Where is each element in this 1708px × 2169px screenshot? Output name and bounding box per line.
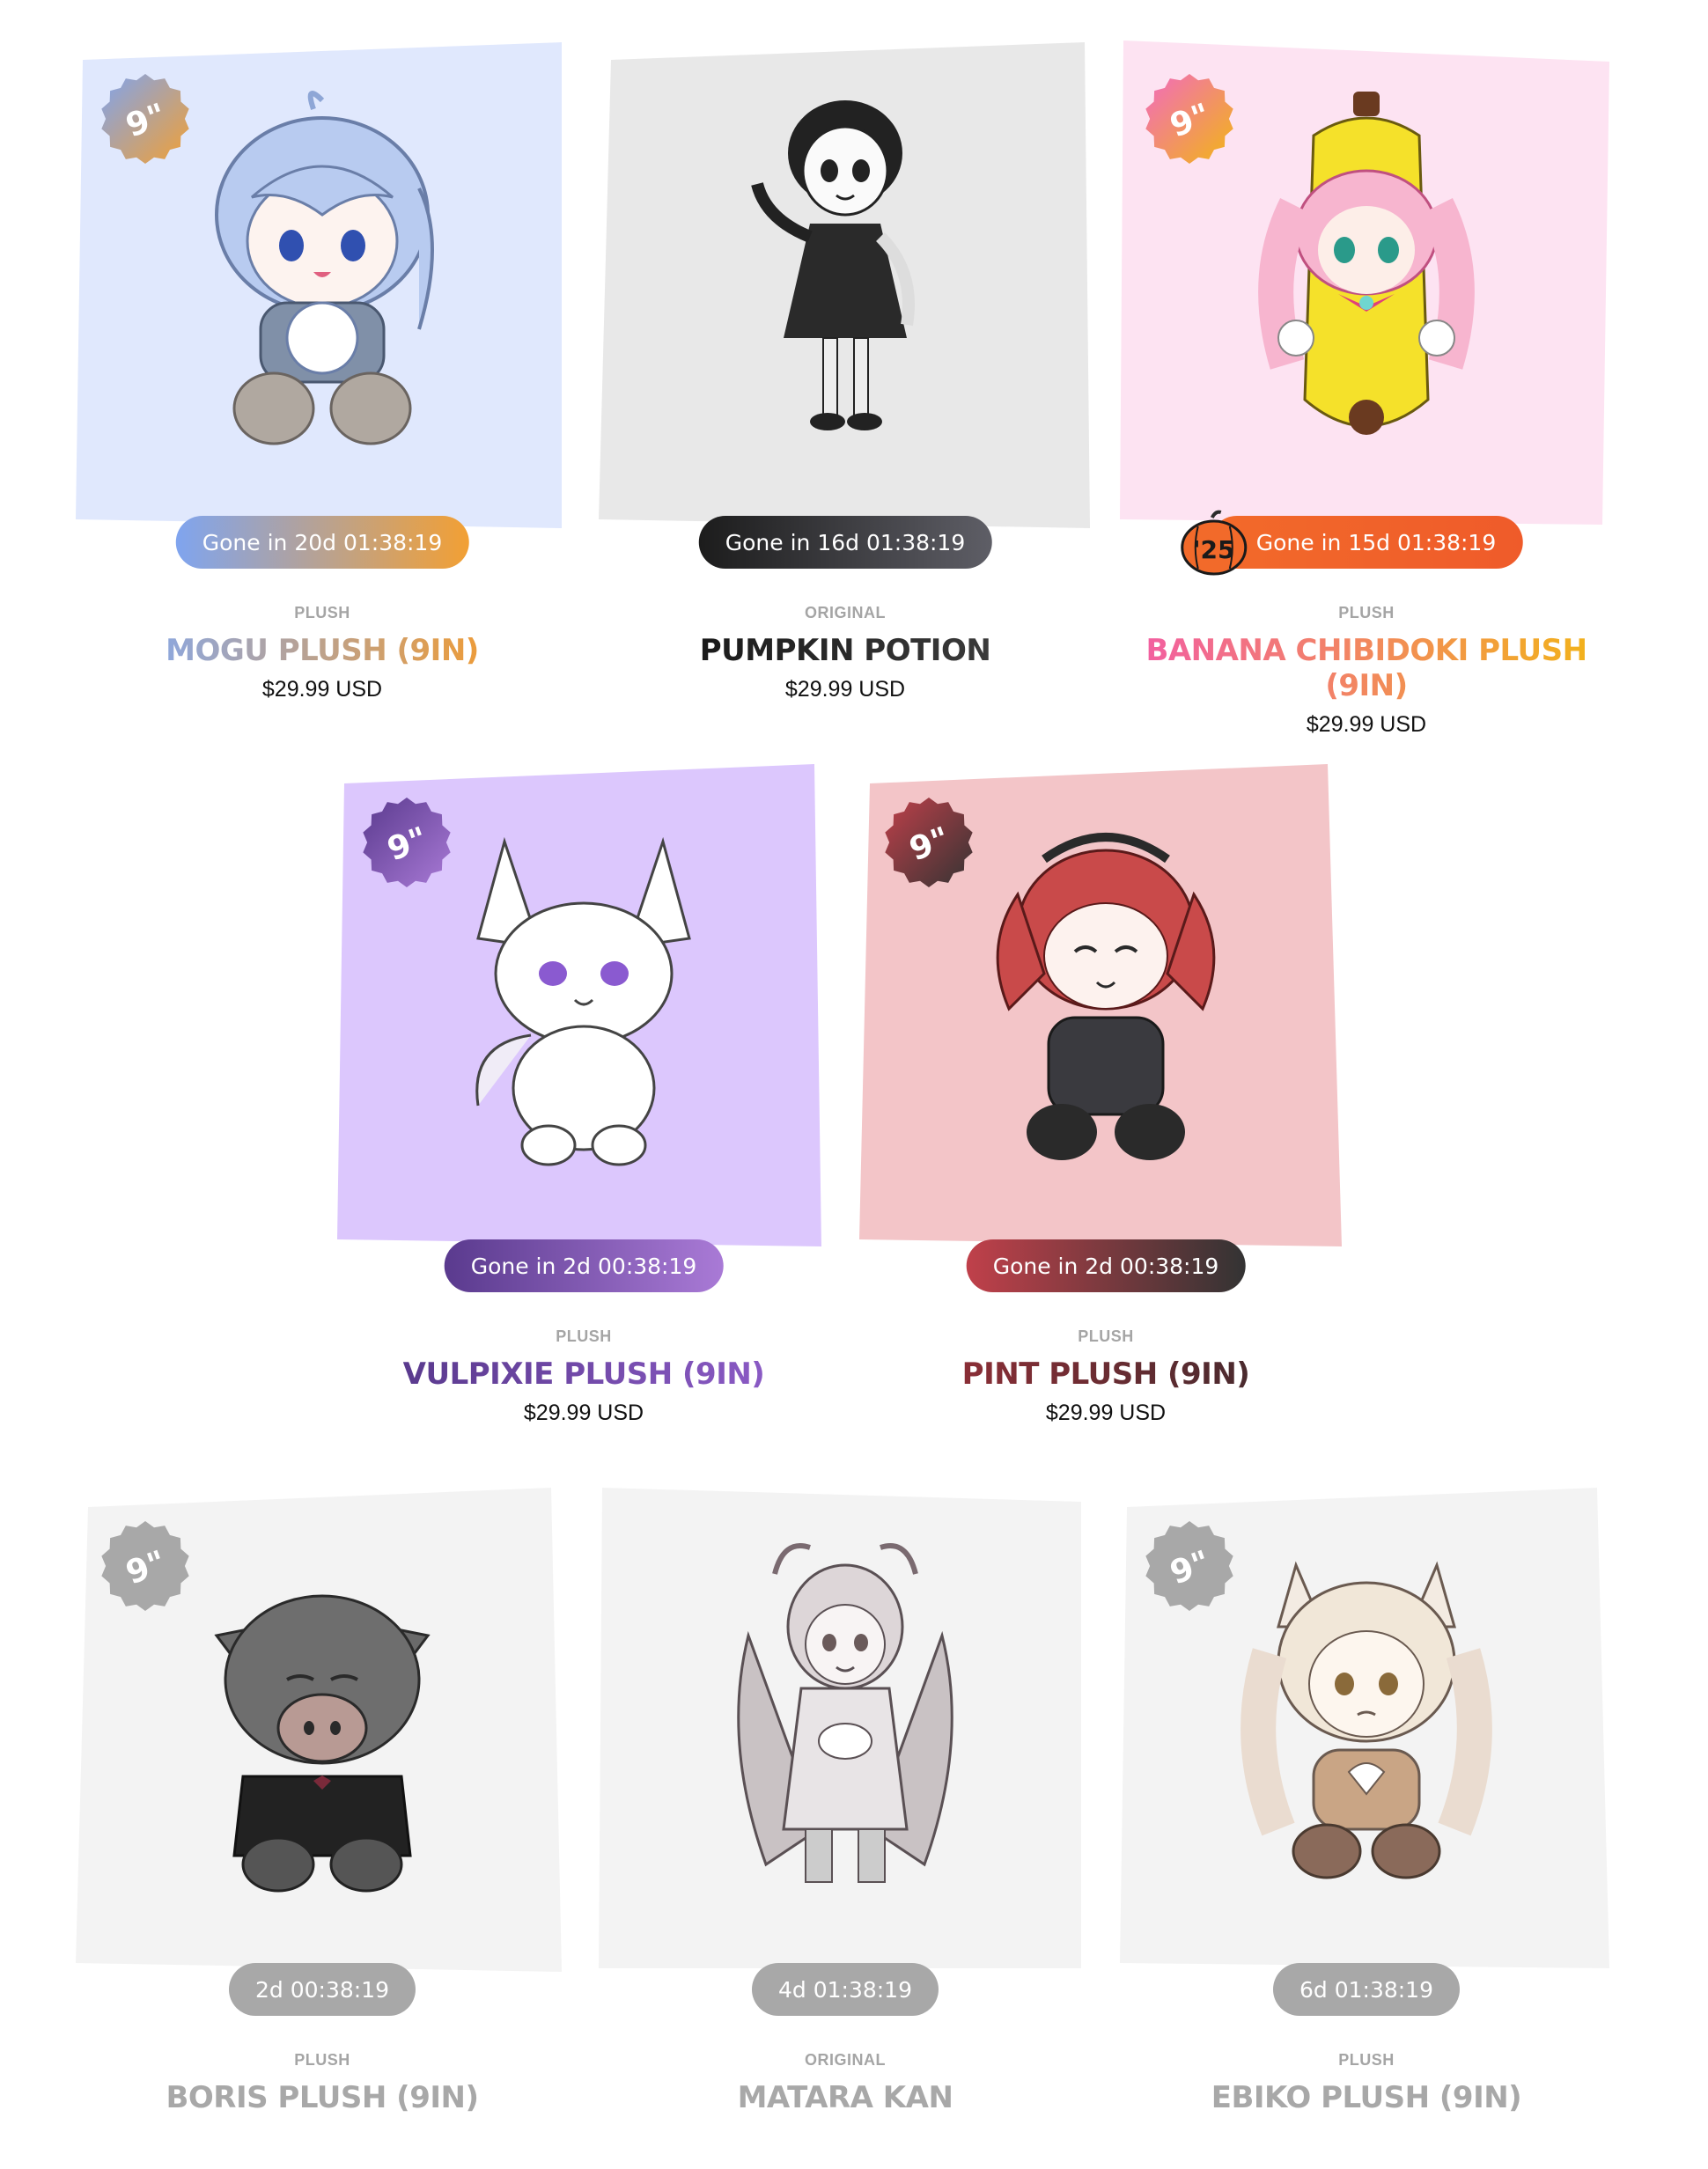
- product-price: $29.99 USD: [523, 1401, 644, 1425]
- product-card-pumpkin-potion[interactable]: Gone in 16d 01:38:19 ORIGINAL Pumpkin Po…: [599, 40, 1092, 702]
- red-hair-girl-plush-icon: [974, 806, 1238, 1176]
- product-title[interactable]: Ebiko Plush (9in): [1211, 2080, 1522, 2115]
- product-title[interactable]: Vulpixie Plush (9in): [403, 1357, 765, 1392]
- product-image[interactable]: 9" '25 Gone in 15d 01:38:19: [1120, 40, 1613, 576]
- product-title[interactable]: Boris Plush (9in): [166, 2080, 479, 2115]
- product-price: $29.99 USD: [1045, 1401, 1167, 1425]
- product-image[interactable]: 9" Gone in 2d 00:38:19: [337, 764, 830, 1292]
- product-category: PLUSH: [294, 604, 350, 621]
- product-card-mogu[interactable]: 9" Gone in 20d 01:38:19 PLUSH Mogu Plush…: [76, 40, 569, 702]
- product-price: $29.99 USD: [261, 677, 383, 702]
- countdown-timer: 6d 01:38:19: [1272, 1963, 1461, 2016]
- product-image[interactable]: Gone in 16d 01:38:19: [599, 40, 1092, 569]
- product-image[interactable]: 4d 01:38:19: [599, 1488, 1092, 2016]
- product-image[interactable]: 9" Gone in 2d 00:38:19: [859, 764, 1352, 1292]
- product-category: PLUSH: [1078, 1327, 1134, 1345]
- countdown-timer: Gone in 20d 01:38:19: [175, 516, 469, 569]
- countdown-timer: 4d 01:38:19: [751, 1963, 939, 2016]
- white-fox-plush-icon: [452, 806, 716, 1176]
- product-title[interactable]: Matara Kan: [738, 2080, 953, 2115]
- size-badge-icon: 9": [884, 798, 974, 887]
- winged-girl-figure-icon: [713, 1530, 977, 1900]
- product-price: $29.99 USD: [1306, 712, 1427, 737]
- product-title[interactable]: Banana Chibidoki Plush (9in): [1120, 633, 1613, 703]
- product-image[interactable]: 9" 2d 00:38:19: [76, 1488, 569, 2016]
- size-badge-icon: 9": [1145, 1521, 1234, 1611]
- size-badge-icon: 9": [362, 798, 452, 887]
- product-card-boris[interactable]: 9" 2d 00:38:19 PLUSH Boris Plush (9in): [76, 1488, 569, 2115]
- monochrome-girl-figure-icon: [713, 83, 977, 452]
- product-image[interactable]: 9" 6d 01:38:19: [1120, 1488, 1613, 2016]
- cat-ear-girl-plush-icon: [1234, 1530, 1498, 1900]
- countdown-timer: '25 Gone in 15d 01:38:19: [1181, 510, 1523, 576]
- product-category: PLUSH: [1338, 604, 1395, 621]
- product-card-ebiko[interactable]: 9" 6d 01:38:19 PLUSH Ebiko Plush (9in): [1120, 1488, 1613, 2115]
- product-card-banana-chibidoki[interactable]: 9" '25 Gone in 15d 01:38:19 PLUSH Banana…: [1120, 40, 1613, 737]
- product-title[interactable]: Pumpkin Potion: [700, 633, 991, 668]
- countdown-timer: Gone in 16d 01:38:19: [698, 516, 992, 569]
- svg-text:'25: '25: [1193, 535, 1235, 564]
- size-badge-icon: 9": [1145, 74, 1234, 164]
- product-title[interactable]: Mogu Plush (9in): [166, 633, 479, 668]
- countdown-timer: 2d 00:38:19: [228, 1963, 416, 2016]
- boar-plush-icon: [190, 1530, 454, 1900]
- product-title[interactable]: Pint Plush (9in): [962, 1357, 1250, 1392]
- product-card-matara-kan[interactable]: 4d 01:38:19 ORIGINAL Matara Kan: [599, 1488, 1092, 2115]
- size-badge-icon: 9": [100, 74, 190, 164]
- product-card-vulpixie[interactable]: 9" Gone in 2d 00:38:19 PLUSH Vulpixie Pl…: [337, 764, 830, 1425]
- countdown-timer: Gone in 2d 00:38:19: [966, 1239, 1246, 1292]
- product-category: ORIGINAL: [805, 604, 886, 621]
- product-category: PLUSH: [1338, 2051, 1395, 2069]
- chibi-banana-girl-icon: [1234, 83, 1498, 452]
- product-category: PLUSH: [556, 1327, 612, 1345]
- countdown-timer: Gone in 2d 00:38:19: [444, 1239, 724, 1292]
- product-image[interactable]: 9" Gone in 20d 01:38:19: [76, 40, 569, 569]
- size-badge-icon: 9": [100, 1521, 190, 1611]
- pumpkin-25-icon: '25: [1179, 507, 1249, 577]
- chibi-girl-blue-hair-icon: [190, 83, 454, 452]
- product-category: ORIGINAL: [805, 2051, 886, 2069]
- product-price: $29.99 USD: [784, 677, 906, 702]
- product-card-pint[interactable]: 9" Gone in 2d 00:38:19 PLUSH Pint Plush …: [859, 764, 1352, 1425]
- product-category: PLUSH: [294, 2051, 350, 2069]
